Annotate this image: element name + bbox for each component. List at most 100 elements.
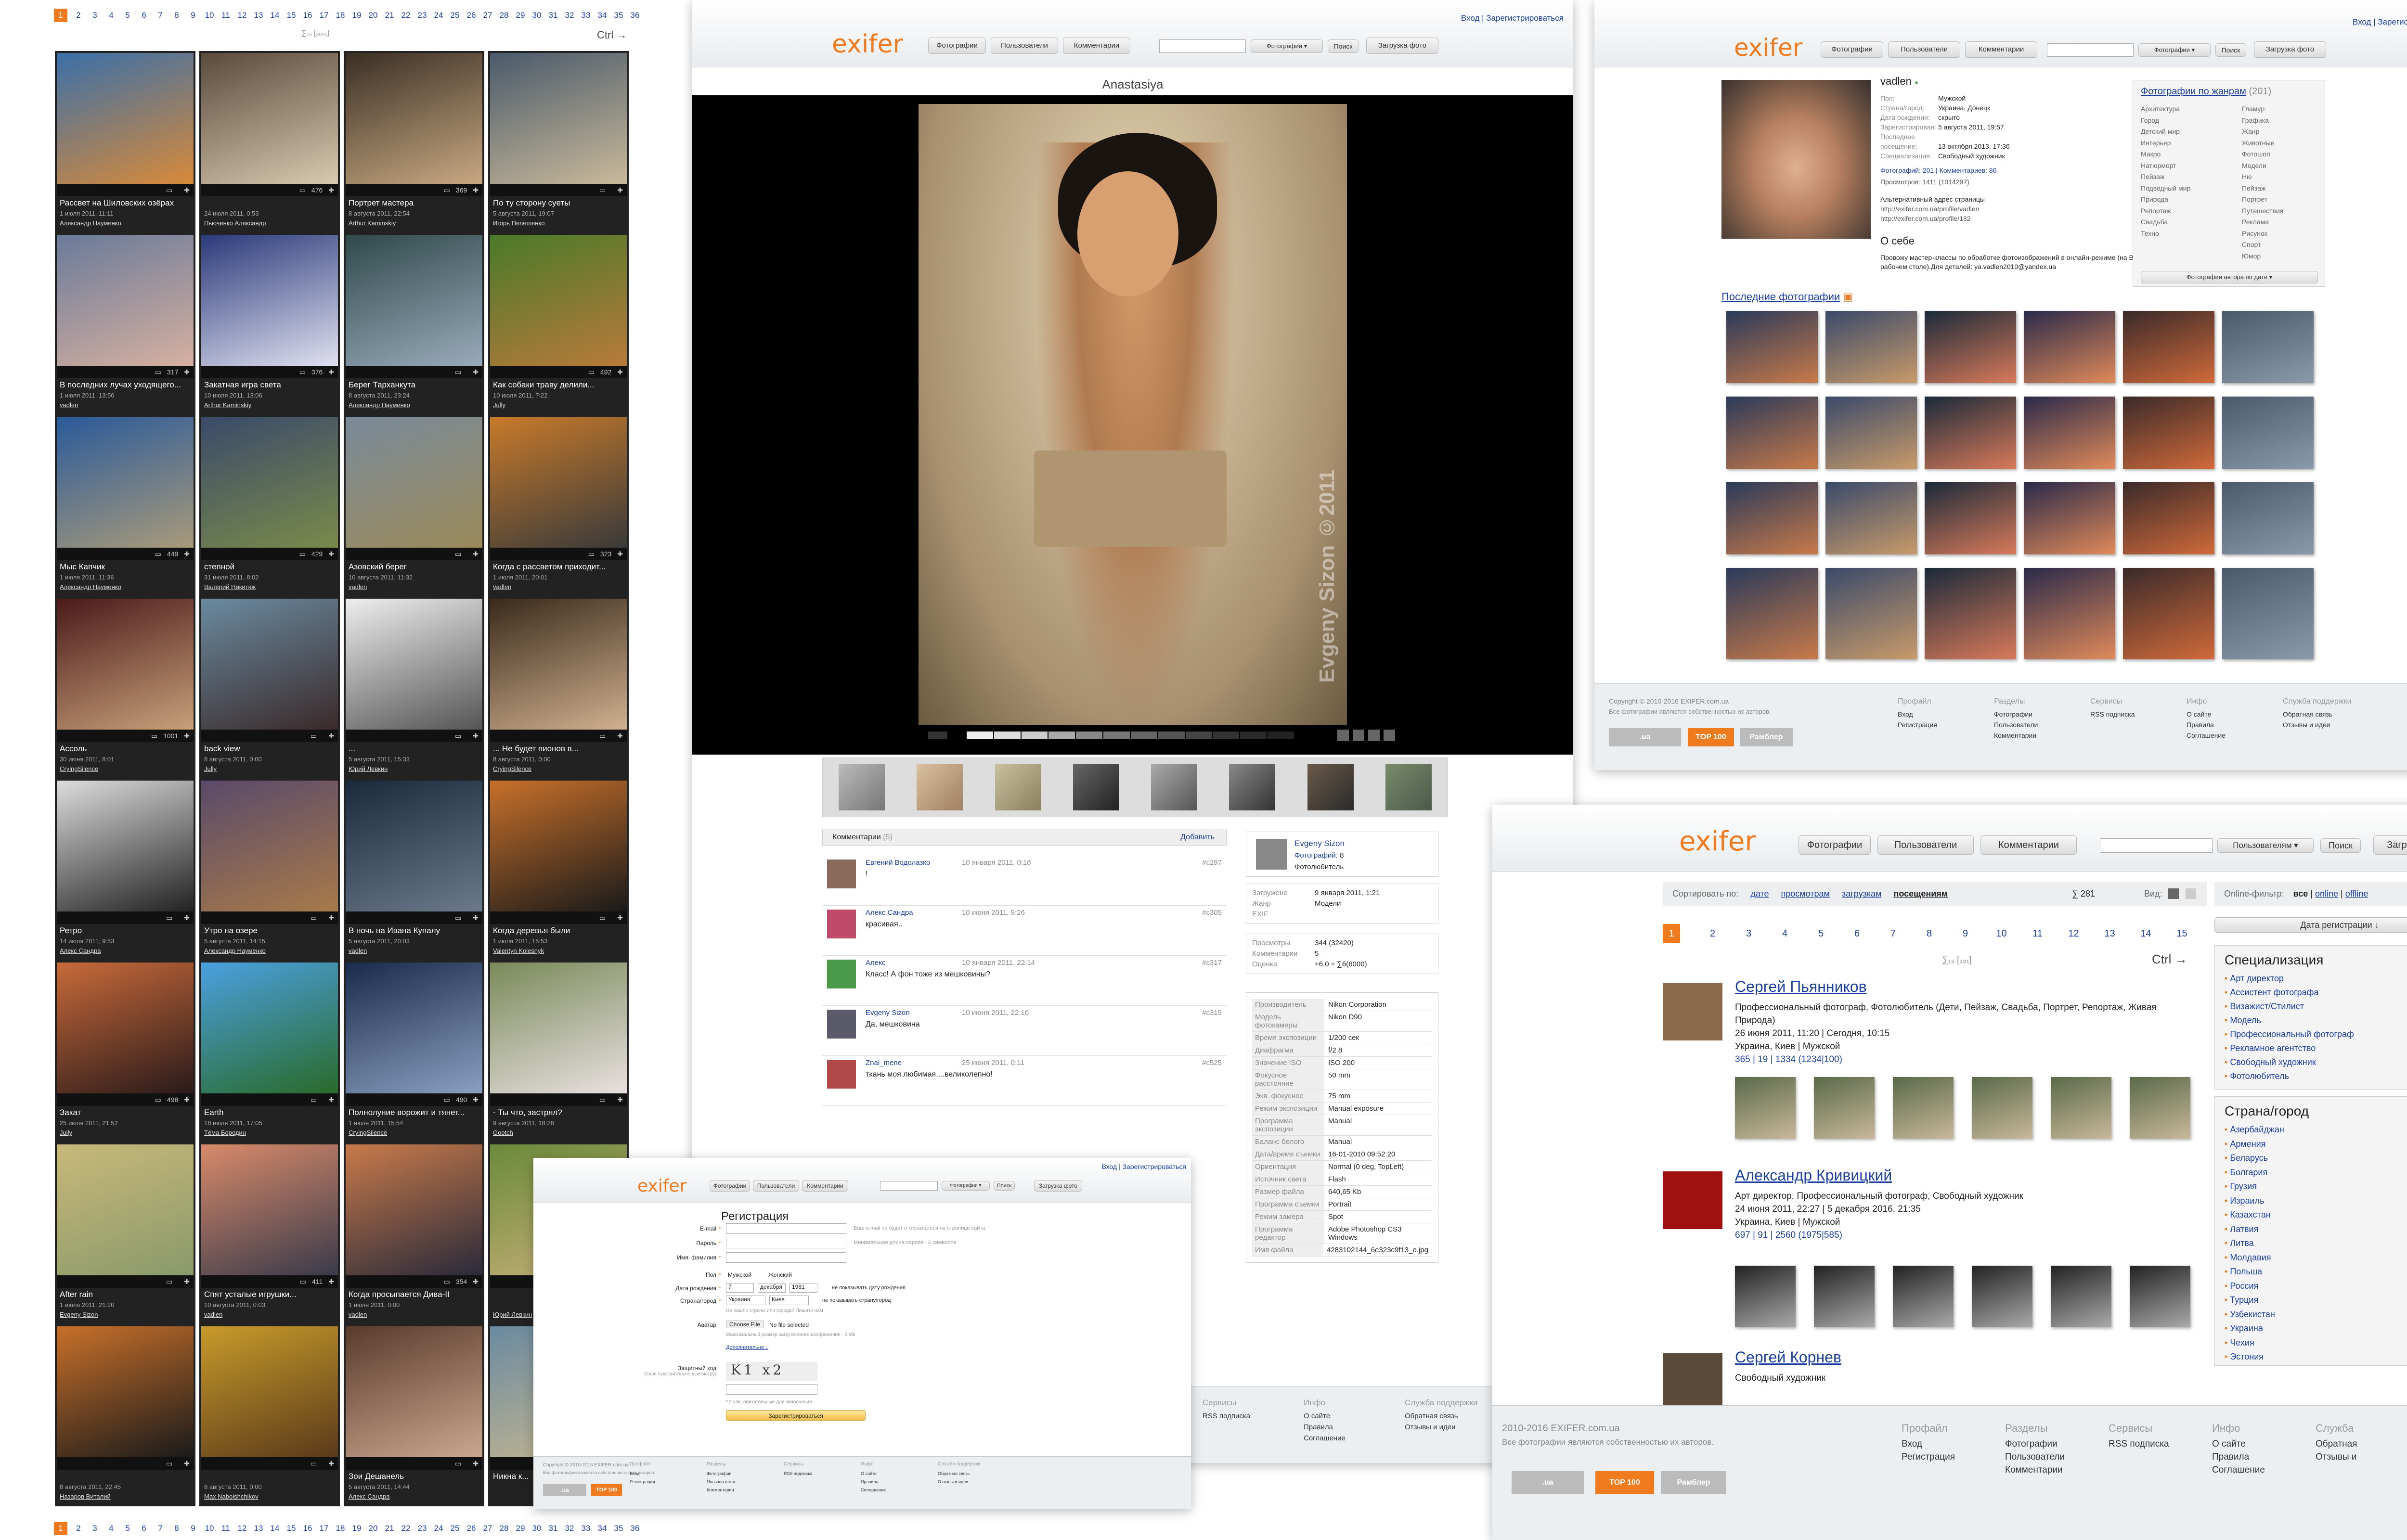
- page-link[interactable]: 13: [250, 11, 267, 20]
- page-link[interactable]: 27: [479, 1524, 496, 1533]
- user-photo-thumb[interactable]: [2051, 1266, 2111, 1327]
- photo-author[interactable]: vadlen: [493, 583, 511, 590]
- country-filter-link[interactable]: Польша: [2225, 1265, 2407, 1279]
- footer-link[interactable]: Правила: [2187, 719, 2226, 730]
- page-link[interactable]: 36: [627, 1524, 643, 1533]
- comment-id[interactable]: #c317: [1202, 959, 1222, 967]
- spec-filter-link[interactable]: Визажист/Стилист: [2225, 1000, 2407, 1014]
- photo-title[interactable]: степной: [204, 562, 337, 572]
- bday-select[interactable]: декабря: [758, 1283, 786, 1293]
- photo-title[interactable]: Как собаки траву делили...: [493, 380, 626, 390]
- page-link[interactable]: 16: [299, 1524, 316, 1533]
- photo-author[interactable]: Jully: [493, 401, 505, 409]
- page-link[interactable]: 31: [545, 11, 561, 20]
- photo-title[interactable]: - Ты что, застрял?: [493, 1108, 626, 1117]
- form-input[interactable]: [726, 1238, 846, 1248]
- country-hint[interactable]: не показывать страну/город: [822, 1297, 891, 1303]
- photo-title[interactable]: В последних лучах уходящего...: [60, 380, 193, 390]
- photo-thumbnail[interactable]: [346, 1326, 482, 1457]
- nav-comments[interactable]: Комментарии: [1980, 835, 2077, 855]
- photo-author[interactable]: Jully: [60, 1129, 72, 1136]
- page-link[interactable]: 19: [349, 1524, 365, 1533]
- alt-address-1[interactable]: http://exifer.com.ua/profile/vadlen: [1880, 205, 1979, 213]
- page-link[interactable]: 30: [529, 1524, 545, 1533]
- page-link[interactable]: 24: [430, 1524, 447, 1533]
- genre-link[interactable]: Путешествия: [2242, 205, 2283, 217]
- photo-author[interactable]: vadlen: [60, 401, 78, 409]
- photo-card[interactable]: ▭ 1001 ✚ Ассоль 30 июня 2011, 8:01 CryingSile…: [55, 597, 195, 779]
- page-link[interactable]: 34: [594, 11, 610, 20]
- commenter-avatar[interactable]: [827, 1060, 856, 1089]
- photo-author[interactable]: Игорь Пелешенко: [493, 219, 545, 227]
- photo-thumbnail[interactable]: [201, 235, 338, 366]
- footer-link[interactable]: Фотографии: [707, 1470, 735, 1478]
- genre-link[interactable]: Реклама: [2242, 217, 2283, 228]
- commenter-name[interactable]: Znai_mene: [866, 1059, 902, 1067]
- sort-views[interactable]: просмотрам: [1781, 889, 1830, 898]
- genre-link[interactable]: Фотошоп: [2242, 149, 2283, 160]
- recent-photo-thumb[interactable]: [1825, 482, 1917, 554]
- page-link[interactable]: 8: [168, 1524, 185, 1533]
- page-link[interactable]: 13: [250, 1524, 267, 1533]
- photo-title[interactable]: ... Не будет пионов в...: [493, 744, 626, 754]
- sex-radio[interactable]: Мужской: [728, 1271, 751, 1278]
- photo-thumbnail[interactable]: [346, 599, 482, 730]
- photo-card[interactable]: ▭ ✚ Когда деревья были 1 июля 2011, 15:53 Va…: [488, 779, 629, 961]
- page-link[interactable]: 18: [332, 11, 349, 20]
- photo-title[interactable]: Полнолуние ворожит и тянет...: [349, 1108, 481, 1117]
- footer-link[interactable]: RSS подписка: [2109, 1437, 2169, 1450]
- upload-button[interactable]: Загрузка фото: [2254, 41, 2326, 58]
- photo-card[interactable]: ▭ 369 ✚ Портрет мастера 8 августа 2011, 22:5…: [344, 51, 484, 233]
- photo-card[interactable]: ▭ 476 ✚ 24 июля 2011, 0:53 Пьюченко Александ…: [199, 51, 340, 233]
- recent-photo-thumb[interactable]: [2123, 482, 2214, 554]
- genre-link[interactable]: Юмор: [2242, 251, 2283, 262]
- page-link[interactable]: 11: [218, 11, 234, 20]
- genre-link[interactable]: Город: [2141, 115, 2190, 127]
- choose-file-button[interactable]: Choose File: [726, 1321, 764, 1328]
- comment-id[interactable]: #c305: [1202, 909, 1222, 917]
- film-thumb[interactable]: [1307, 764, 1354, 810]
- photo-thumbnail[interactable]: [57, 53, 194, 184]
- photo-author[interactable]: vadlen: [349, 583, 367, 590]
- page-link[interactable]: 8: [1911, 928, 1947, 939]
- spec-filter-link[interactable]: Фотолюбитель: [2225, 1069, 2407, 1083]
- sort-visits[interactable]: посещениям: [1894, 889, 1948, 898]
- nav-users[interactable]: Пользователи: [991, 38, 1058, 54]
- page-link[interactable]: 2: [70, 1524, 87, 1533]
- bday-select[interactable]: 1981: [789, 1283, 817, 1293]
- photo-author[interactable]: Назаров Виталий: [60, 1493, 111, 1500]
- recent-photo-thumb[interactable]: [1925, 397, 2016, 469]
- photo-card[interactable]: ▭ 490 ✚ Полнолуние ворожит и тянет... 1 июля…: [344, 961, 484, 1142]
- photo-thumbnail[interactable]: [490, 962, 627, 1093]
- page-link[interactable]: 3: [87, 1524, 103, 1533]
- genre-link[interactable]: Детский мир: [2141, 126, 2190, 138]
- page-link[interactable]: 10: [1983, 928, 2019, 939]
- nav-photos[interactable]: Фотографии: [1799, 835, 1871, 855]
- photo-card[interactable]: ▭ ✚ 8 августа 2011, 0:00 Max Naboishchikov: [199, 1324, 340, 1506]
- search-button[interactable]: Поиск: [994, 1181, 1015, 1191]
- page-link[interactable]: 1: [1663, 924, 1680, 943]
- page-link[interactable]: 33: [578, 1524, 594, 1533]
- photo-thumbnail[interactable]: [490, 781, 627, 911]
- photo-thumbnail[interactable]: [346, 53, 482, 184]
- page-link[interactable]: 5: [1803, 928, 1839, 939]
- photo-card[interactable]: ▭ ✚ Утро на озере 5 августа 2011, 14:15 Алек…: [199, 779, 340, 961]
- ctrl-next-link[interactable]: Ctrl →: [2152, 952, 2187, 967]
- photo-title[interactable]: Спят усталые игрушки...: [204, 1290, 337, 1299]
- nav-comments[interactable]: Комментарии: [1965, 41, 2037, 58]
- page-link[interactable]: 30: [529, 11, 545, 20]
- upload-button[interactable]: Загрузка фото: [1034, 1180, 1082, 1192]
- page-link[interactable]: 21: [381, 1524, 398, 1533]
- main-photo[interactable]: Evgeny Sizon ©2011: [919, 104, 1347, 725]
- photo-card[interactable]: ▭ 317 ✚ В последних лучах уходящего... 1 июл…: [55, 233, 195, 415]
- page-link[interactable]: 35: [610, 1524, 627, 1533]
- search-button[interactable]: Поиск: [2215, 43, 2246, 57]
- photo-thumbnail[interactable]: [57, 1326, 194, 1457]
- bday-select[interactable]: 7: [726, 1283, 754, 1293]
- page-link[interactable]: 3: [1731, 928, 1767, 939]
- comment-id[interactable]: #c297: [1202, 859, 1222, 867]
- country-filter-link[interactable]: Казахстан: [2225, 1208, 2407, 1222]
- photo-title[interactable]: Когда с рассветом приходит...: [493, 562, 626, 572]
- spec-filter-link[interactable]: Модель: [2225, 1014, 2407, 1027]
- photo-card[interactable]: ▭ ✚ Ретро 14 июля 2011, 9:53 Алекс Сандра: [55, 779, 195, 961]
